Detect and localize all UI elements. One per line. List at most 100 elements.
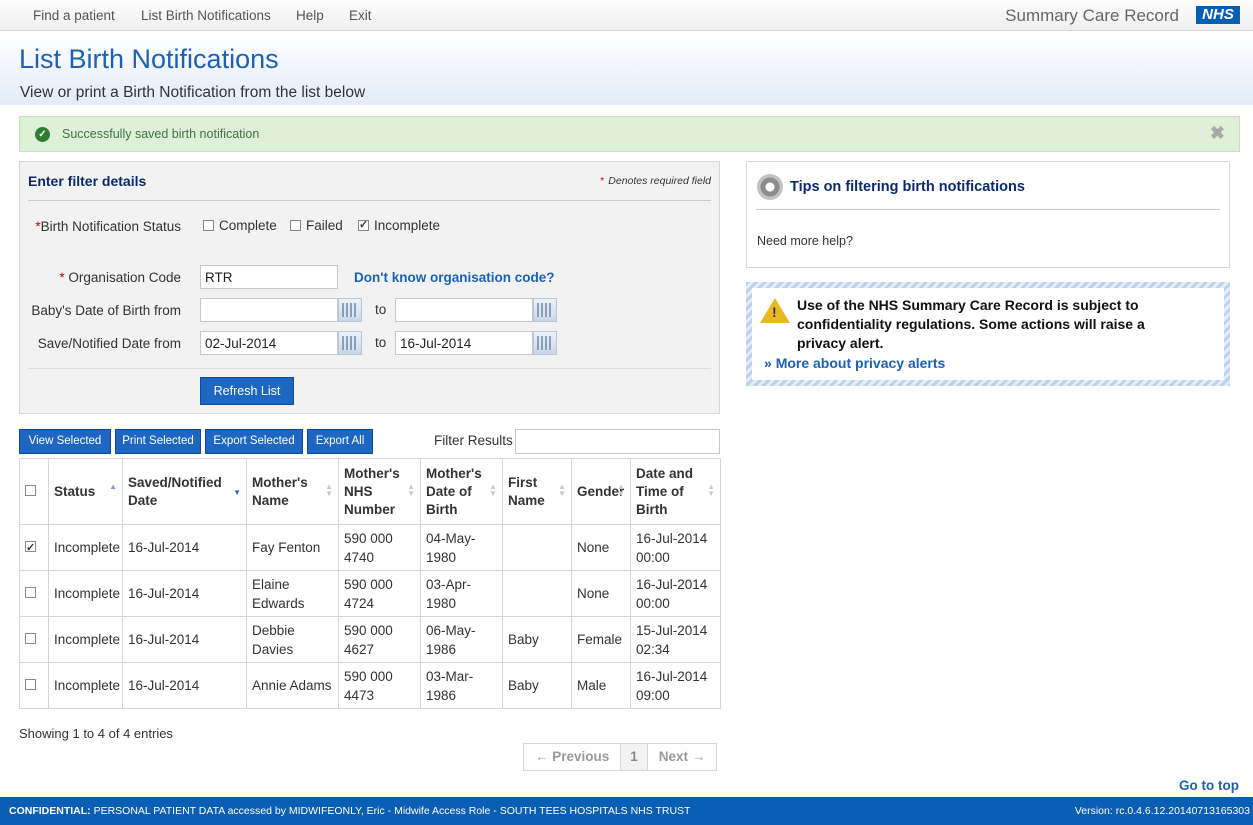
- sort-icon: ▲ ▼: [707, 482, 715, 498]
- brand-title: Summary Care Record: [1005, 6, 1179, 25]
- table-row[interactable]: Incomplete16-Jul-2014Fay Fenton590 000 4…: [19, 524, 721, 571]
- top-navigation: Find a patient List Birth Notifications …: [0, 0, 1253, 31]
- footer-confidential: CONFIDENTIAL: PERSONAL PATIENT DATA acce…: [9, 805, 691, 817]
- select-all-checkbox[interactable]: [25, 484, 36, 496]
- success-message: Successfully saved birth notification: [62, 127, 260, 141]
- need-help-text: Need more help?: [757, 234, 853, 248]
- export-all-button[interactable]: Export All: [307, 429, 373, 454]
- row-checkbox[interactable]: [25, 679, 36, 690]
- birth-datetime-cell: 16-Jul-2014 00:00: [630, 524, 721, 571]
- print-selected-button[interactable]: Print Selected: [115, 429, 201, 454]
- gender-cell: None: [571, 524, 631, 571]
- table-header-row: Status ▲ Saved/Notified Date ▼ Mother's Na…: [19, 458, 721, 525]
- select-all-cell: [19, 458, 49, 525]
- mother-dob-cell: 06-May-1986: [420, 616, 503, 663]
- nhs-logo: NHS: [1196, 6, 1240, 24]
- org-code-label: * Organisation Code: [59, 270, 181, 285]
- row-checkbox[interactable]: [25, 539, 36, 558]
- saved-to-input[interactable]: 16-Jul-2014: [395, 331, 533, 355]
- double-chevron-icon: »: [764, 355, 772, 371]
- tips-title[interactable]: Tips on filtering birth notifications: [790, 179, 1025, 195]
- calendar-icon[interactable]: [338, 298, 362, 322]
- col-birth-datetime[interactable]: Date and Time of Birth ▲ ▼: [630, 458, 721, 525]
- org-code-input[interactable]: RTR: [200, 265, 338, 289]
- mother-name-cell: Annie Adams: [246, 662, 339, 709]
- birth-notifications-table: Status ▲ Saved/Notified Date ▼ Mother's Na…: [19, 458, 721, 709]
- filter-panel: Enter filter details * Denotes required f…: [19, 161, 720, 414]
- mother-dob-cell: 03-Mar-1986: [420, 662, 503, 709]
- table-row[interactable]: Incomplete 16-Jul-2014 Elaine Edwards 590 0…: [19, 570, 721, 617]
- view-selected-button[interactable]: View Selected: [19, 429, 111, 454]
- nav-find-patient[interactable]: Find a patient: [33, 8, 115, 23]
- filter-title: Enter filter details: [28, 173, 147, 189]
- status-incomplete[interactable]: Incomplete: [358, 218, 440, 233]
- filter-results-input[interactable]: [515, 429, 720, 454]
- calendar-icon[interactable]: [533, 331, 557, 355]
- nav-help[interactable]: Help: [296, 8, 324, 23]
- privacy-alerts-link[interactable]: » More about privacy alerts: [764, 355, 945, 371]
- mother-name-cell: Debbie Davies: [246, 616, 339, 663]
- calendar-icon[interactable]: [338, 331, 362, 355]
- incomplete-checkbox[interactable]: [358, 218, 369, 231]
- col-mother-name[interactable]: Mother's Name ▲ ▼: [246, 458, 339, 525]
- export-selected-button[interactable]: Export Selected: [205, 429, 303, 454]
- birth-datetime-cell: 16-Jul-2014 00:00: [630, 570, 721, 617]
- status-complete[interactable]: Complete: [203, 218, 277, 233]
- col-nhs-number[interactable]: Mother's NHS Number ▲ ▼: [338, 458, 421, 525]
- filter-results-label: Filter Results: [434, 433, 513, 448]
- dob-from-input[interactable]: [200, 298, 338, 322]
- dob-to-input[interactable]: [395, 298, 533, 322]
- page-header: List Birth Notifications View or print a…: [0, 31, 1253, 105]
- sort-icon: ▲ ▼: [325, 482, 333, 498]
- sort-icon: ▲ ▼: [558, 482, 566, 498]
- mother-name-cell: Fay Fenton: [246, 524, 339, 571]
- col-status[interactable]: Status ▲: [48, 458, 123, 525]
- row-select-cell: [19, 524, 49, 571]
- page-1-button[interactable]: 1: [621, 744, 648, 770]
- divider: [28, 368, 711, 369]
- privacy-inner: ! Use of the NHS Summary Care Record is …: [752, 288, 1224, 380]
- first-name-cell: [502, 570, 572, 617]
- footer: CONFIDENTIAL: PERSONAL PATIENT DATA acce…: [0, 797, 1253, 825]
- refresh-list-button[interactable]: Refresh List: [200, 377, 294, 405]
- failed-checkbox[interactable]: [290, 220, 301, 231]
- next-page-button[interactable]: Next →: [648, 744, 717, 770]
- first-name-cell: Baby: [502, 616, 572, 663]
- status-label: *Birth Notification Status: [35, 219, 181, 234]
- first-name-cell: Baby: [502, 662, 572, 709]
- required-note: * Denotes required field: [600, 175, 711, 187]
- row-checkbox[interactable]: [25, 633, 36, 644]
- close-icon[interactable]: ✖: [1210, 123, 1225, 144]
- nav-exit[interactable]: Exit: [349, 8, 372, 23]
- birth-datetime-cell: 15-Jul-2014 02:34: [630, 616, 721, 663]
- complete-checkbox[interactable]: [203, 220, 214, 231]
- saved-date-label: Save/Notified Date from: [37, 336, 181, 351]
- status-failed[interactable]: Failed: [290, 218, 343, 233]
- page-title: List Birth Notifications: [19, 44, 279, 74]
- col-mother-dob[interactable]: Mother's Date of Birth ▲ ▼: [420, 458, 503, 525]
- row-select-cell: [19, 616, 49, 663]
- table-row[interactable]: Incomplete 16-Jul-2014 Annie Adams 590 000 …: [19, 662, 721, 709]
- page-subtitle: View or print a Birth Notification from …: [20, 84, 366, 101]
- previous-page-button[interactable]: ← Previous: [524, 744, 622, 770]
- col-first-name[interactable]: First Name ▲ ▼: [502, 458, 572, 525]
- saved-from-input[interactable]: 02-Jul-2014: [200, 331, 338, 355]
- mother-dob-cell: 03-Apr-1980: [420, 570, 503, 617]
- row-checkbox[interactable]: [25, 587, 36, 598]
- table-row[interactable]: Incomplete 16-Jul-2014 Debbie Davies 590 00…: [19, 616, 721, 663]
- org-code-help-link[interactable]: Don't know organisation code?: [354, 270, 554, 285]
- nav-list-birth-notifications[interactable]: List Birth Notifications: [141, 8, 271, 23]
- saved-date-cell: 16-Jul-2014: [122, 662, 247, 709]
- status-cell: Incomplete: [48, 616, 123, 663]
- status-cell: Incomplete: [48, 570, 123, 617]
- sort-asc-icon: ▲: [109, 482, 117, 491]
- go-to-top-link[interactable]: Go to top: [1179, 778, 1239, 793]
- gender-cell: None: [571, 570, 631, 617]
- saved-date-cell: 16-Jul-2014: [122, 570, 247, 617]
- row-select-cell: [19, 570, 49, 617]
- sort-desc-icon: ▼: [233, 488, 241, 497]
- dob-label: Baby's Date of Birth from: [31, 303, 181, 318]
- calendar-icon[interactable]: [533, 298, 557, 322]
- col-saved-date[interactable]: Saved/Notified Date ▼: [122, 458, 247, 525]
- col-gender[interactable]: Gender ▲ ▼: [571, 458, 631, 525]
